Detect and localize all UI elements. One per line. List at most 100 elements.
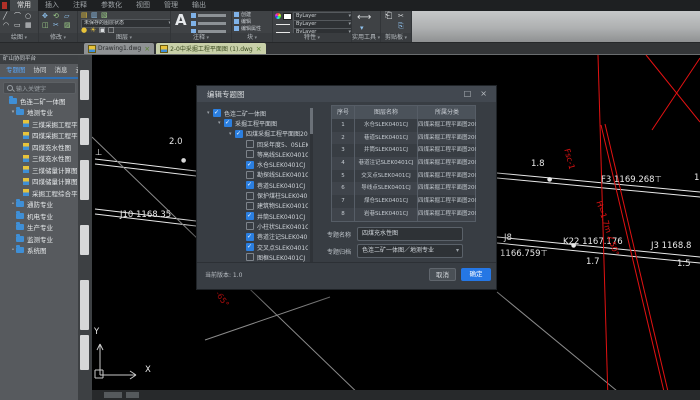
checkbox[interactable] — [235, 130, 243, 138]
id-point-icon[interactable]: ▾ — [360, 25, 364, 32]
leader-row[interactable] — [191, 21, 226, 28]
checkbox[interactable] — [246, 212, 254, 220]
vertical-tab[interactable] — [80, 118, 89, 145]
vertical-tab[interactable] — [80, 70, 89, 100]
close-icon[interactable] — [480, 86, 487, 102]
ribbon-tab[interactable]: 输出 — [185, 0, 213, 11]
table-row[interactable]: 7 煤仓SLEK0401CJ 四煤采掘工程平面图2000 — [332, 195, 475, 208]
tree-item[interactable]: 四煤储量计算图 — [0, 176, 78, 188]
layer-freeze-icon[interactable]: ☀ — [90, 27, 96, 33]
checkbox[interactable] — [246, 253, 254, 261]
block-edit[interactable]: 编辑 — [234, 19, 251, 26]
tree-item[interactable]: 生产专业 — [0, 222, 78, 234]
close-tab-icon[interactable] — [144, 45, 150, 53]
ribbon-tab[interactable]: 管理 — [157, 0, 185, 11]
ribbon-tab[interactable]: 视图 — [129, 0, 157, 11]
sidebar-tab[interactable]: 协同 — [30, 64, 51, 77]
tree-item[interactable]: • 系统图 — [0, 245, 78, 257]
arc-tool-icon[interactable]: ◠ — [3, 22, 9, 29]
polyline-tool-icon[interactable]: ⌒ — [14, 13, 21, 20]
tree-item[interactable]: 四煤采掘工程平面图 — [0, 130, 78, 142]
layer-tree-item[interactable]: 回采年度5、0SLEK0401CJ — [205, 139, 308, 149]
text-tool-icon[interactable]: A — [175, 13, 187, 28]
sidebar-tab[interactable]: 消息 — [51, 64, 72, 77]
tree-item[interactable]: 四煤充水性图 — [0, 141, 78, 153]
trim-tool-icon[interactable]: ✂ — [53, 22, 59, 29]
tree-item[interactable]: • 通防专业 — [0, 199, 78, 211]
layer-tree-item[interactable]: ▾ 采掘工程平面图 — [205, 118, 308, 128]
layer-tree-item[interactable]: 建筑物SLEK0401CJ — [205, 201, 308, 211]
cancel-button[interactable]: 取消 — [429, 268, 456, 281]
checkbox[interactable] — [246, 243, 254, 251]
ribbon-tab[interactable]: 注释 — [66, 0, 94, 11]
panel-draw-label[interactable]: 绘图 — [0, 33, 38, 42]
layer-on-icon[interactable]: ● — [81, 27, 87, 33]
sidebar-tab[interactable]: 专题图 — [2, 64, 30, 77]
layer-tree-item[interactable]: 水仓SLEK0401CJ — [205, 159, 308, 169]
tree-item[interactable]: 三煤储量计算图 — [0, 164, 78, 176]
copy-clip-icon[interactable]: ⎘ — [398, 23, 404, 30]
layer-tree-item[interactable]: 井筒SLEK0401CJ — [205, 211, 308, 221]
circle-tool-icon[interactable]: ○ — [25, 13, 31, 20]
vertical-tab[interactable] — [80, 225, 89, 255]
panel-utilities-label[interactable]: 实用工具 — [352, 33, 380, 42]
measure-tool-icon[interactable]: ⟷ — [357, 14, 371, 21]
move-tool-icon[interactable]: ✥ — [42, 13, 48, 20]
close-tab-icon[interactable] — [256, 45, 262, 53]
cut-icon[interactable]: ✂ — [398, 13, 404, 20]
layer-tree-item[interactable]: 保护煤柱SLEK0401CJ — [205, 190, 308, 200]
search-input[interactable]: 输入关键字 — [3, 82, 76, 94]
table-row[interactable]: 3 井筒SLEK0401CJ 四煤采掘工程平面图2000 — [332, 144, 475, 157]
mirror-tool-icon[interactable]: ◫ — [42, 22, 49, 29]
layer-properties-icon[interactable]: ▤ — [81, 12, 88, 19]
checkbox[interactable] — [213, 109, 221, 117]
layer-tree-item[interactable]: ▾ 四煤采掘工程平面图2000 — [205, 129, 308, 139]
table-row[interactable]: 6 导线点SLEK0401CJ 四煤采掘工程平面图2000 — [332, 182, 475, 195]
scrollbar-thumb[interactable] — [310, 108, 313, 134]
copy-tool-icon[interactable]: ▱ — [64, 13, 69, 20]
layer-lock-icon[interactable]: ▣ — [99, 27, 106, 33]
checkbox[interactable] — [246, 161, 254, 169]
dialog-header[interactable]: 编辑专题图 — [197, 86, 496, 102]
checkbox[interactable] — [246, 181, 254, 189]
layer-tree-item[interactable]: 图框SLEK0401CJ — [205, 252, 308, 262]
layer-tree-item[interactable]: 小柱状SLEK0401CJ — [205, 221, 308, 231]
panel-annotation-label[interactable]: 注释 — [171, 33, 231, 42]
tree-item[interactable]: 监测专业 — [0, 233, 78, 245]
tree-item[interactable]: 色连二矿一体图 — [0, 95, 78, 107]
checkbox[interactable] — [246, 233, 254, 241]
model-tab[interactable] — [104, 392, 122, 398]
block-create[interactable]: 创建 — [234, 12, 251, 19]
archive-select[interactable]: 色连二矿一体图／地测专业 — [357, 244, 463, 258]
hatch-tool-icon[interactable]: ▦ — [25, 22, 32, 29]
vertical-tab[interactable] — [80, 160, 89, 200]
checkbox[interactable] — [246, 202, 254, 210]
layer-tree-item[interactable]: 巷道SLEK0401CJ — [205, 180, 308, 190]
file-tab[interactable]: Drawing1.dwg — [84, 43, 154, 54]
layer-tree-item[interactable]: 等高线SLEK0401CJ — [205, 149, 308, 159]
mtext-row[interactable] — [191, 13, 226, 20]
checkbox[interactable] — [246, 150, 254, 158]
table-row[interactable]: 5 交叉点SLEK0401CJ 四煤采掘工程平面图2000 — [332, 170, 475, 183]
table-row[interactable]: 2 巷道SLEK0401CJ 四煤采掘工程平面图2000 — [332, 132, 475, 145]
checkbox[interactable] — [224, 119, 232, 127]
tree-item[interactable]: 机电专业 — [0, 210, 78, 222]
table-row[interactable]: 1 水仓SLEK0401CJ 四煤采掘工程平面图2000 — [332, 119, 475, 132]
table-row[interactable]: 8 岩巷SLEK0401CJ 四煤采掘工程平面图2000 — [332, 208, 475, 221]
ribbon-tab[interactable]: 参数化 — [94, 0, 129, 11]
rectangle-tool-icon[interactable]: ▭ — [14, 22, 21, 29]
ribbon-tab[interactable]: 常用 — [10, 0, 38, 11]
vertical-tab[interactable] — [80, 335, 89, 370]
checkbox[interactable] — [246, 192, 254, 200]
rotate-tool-icon[interactable]: ⟲ — [53, 13, 59, 20]
dimension-row[interactable] — [191, 29, 226, 33]
paste-icon[interactable]: ⎗ — [385, 13, 392, 20]
block-edit-attrs[interactable]: 编辑属性 — [234, 26, 261, 33]
line-tool-icon[interactable]: ╱ — [3, 13, 7, 20]
erase-tool-icon[interactable]: ▨ — [64, 22, 71, 29]
tree-item[interactable]: 三煤充水性图 — [0, 153, 78, 165]
checkbox[interactable] — [246, 171, 254, 179]
panel-layers-label[interactable]: 图层 — [78, 33, 170, 42]
thematic-name-input[interactable]: 四煤充水性图 — [357, 227, 463, 241]
tree-item[interactable]: ▾ 地测专业 — [0, 107, 78, 119]
